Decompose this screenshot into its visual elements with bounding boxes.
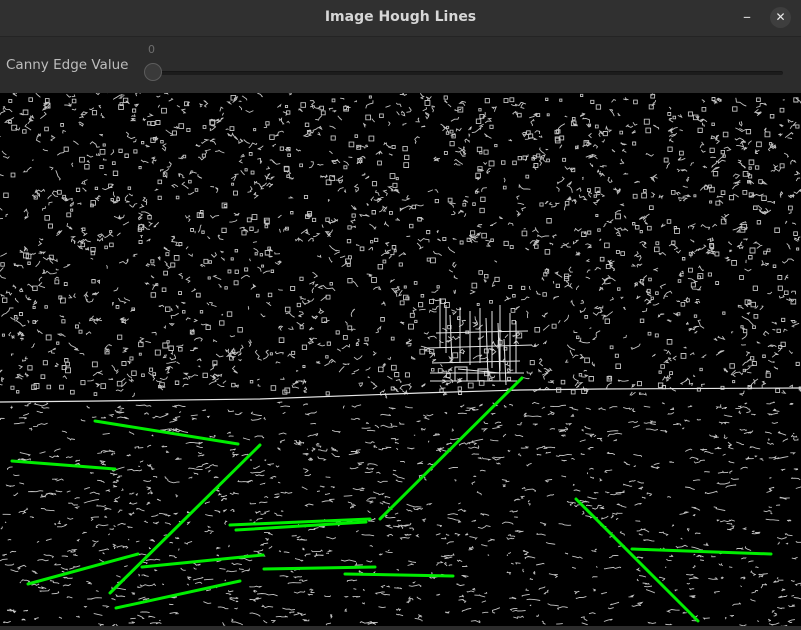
hough-line bbox=[262, 565, 377, 571]
close-button[interactable]: ✕ bbox=[770, 7, 791, 28]
trackbar-track[interactable] bbox=[153, 71, 783, 75]
trackbar-label: Canny Edge Value bbox=[6, 57, 129, 73]
window-title: Image Hough Lines bbox=[324, 9, 477, 25]
trackbar-value: 0 bbox=[148, 43, 155, 56]
minimize-button[interactable]: – bbox=[736, 6, 758, 28]
trackbar-panel: Canny Edge Value 0 bbox=[0, 37, 801, 93]
edge-image bbox=[0, 89, 801, 628]
trackbar-handle[interactable] bbox=[144, 63, 162, 81]
image-canvas bbox=[0, 89, 801, 628]
hough-line bbox=[343, 572, 455, 578]
window-titlebar: Image Hough Lines – ✕ bbox=[0, 0, 801, 37]
